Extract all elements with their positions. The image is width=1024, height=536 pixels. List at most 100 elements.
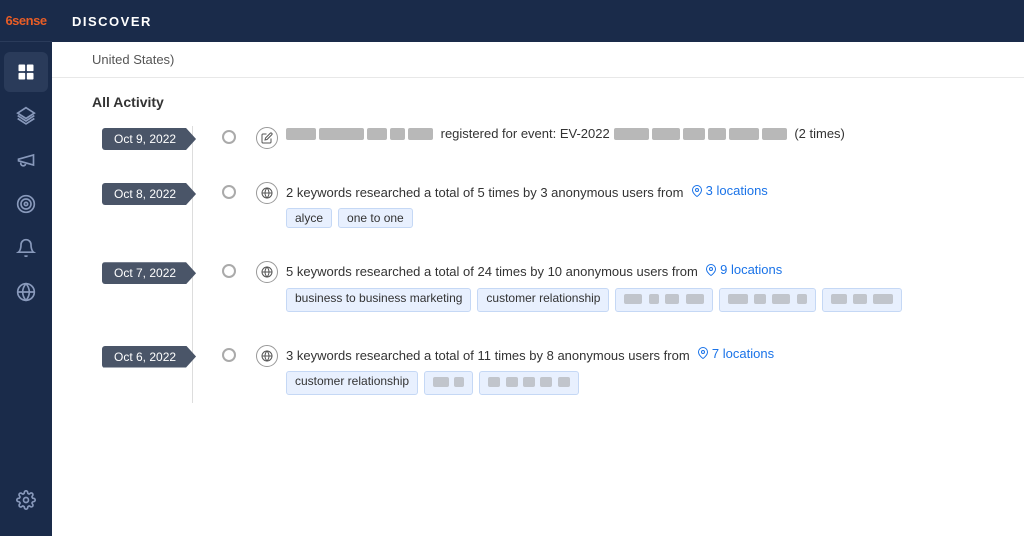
- globe-icon-container-oct6: [256, 345, 278, 367]
- pencil-icon-container: [256, 127, 278, 149]
- sidebar-bottom: [4, 480, 48, 536]
- location-link-oct8[interactable]: 3 locations: [691, 181, 768, 201]
- globe-icon-container-oct7: [256, 261, 278, 283]
- timeline-events-oct8: 2 keywords researched a total of 5 times…: [236, 181, 984, 236]
- event-content-oct8: 2 keywords researched a total of 5 times…: [286, 181, 984, 228]
- tag-b2b: business to business marketing: [286, 288, 471, 312]
- event-item: registered for event: EV-2022: [256, 126, 984, 149]
- event-content-oct9: registered for event: EV-2022: [286, 126, 984, 141]
- timeline-events-oct6: 3 keywords researched a total of 11 time…: [236, 344, 984, 403]
- event-text-oct8: 2 keywords researched a total of 5 times…: [286, 181, 984, 202]
- blurred-tag-small-1: [424, 371, 473, 395]
- timeline-dot-oct6: [222, 348, 236, 362]
- timeline-dot-oct7: [222, 264, 236, 278]
- event-item-oct6: 3 keywords researched a total of 11 time…: [256, 344, 984, 395]
- date-label-oct8: Oct 8, 2022: [102, 181, 222, 236]
- event-item-oct8: 2 keywords researched a total of 5 times…: [256, 181, 984, 228]
- main-container: DISCOVER United States) All Activity Oct…: [52, 0, 1024, 536]
- tags-row-oct6: customer relationship: [286, 371, 984, 395]
- gear-icon: [16, 490, 36, 510]
- blur-block: [772, 294, 790, 304]
- event-registered-text: registered for event: EV-2022: [437, 126, 610, 141]
- blur-block: [649, 294, 659, 304]
- location-link-oct6[interactable]: 7 locations: [697, 344, 774, 364]
- globe-event-icon-oct6: [261, 350, 273, 362]
- sidebar-item-gear[interactable]: [4, 480, 48, 520]
- blur-block: [853, 294, 867, 304]
- blur-block: [540, 377, 552, 387]
- blurred-tag-small-2: [479, 371, 578, 395]
- blur-block: [728, 294, 748, 304]
- blurred-tag-1: [615, 288, 712, 312]
- event-content-oct7: 5 keywords researched a total of 24 time…: [286, 260, 984, 311]
- blur-block: [665, 294, 679, 304]
- timeline-group-oct8: Oct 8, 2022: [102, 181, 984, 236]
- tags-row-oct7: business to business marketing customer …: [286, 288, 984, 312]
- tag-onetoone: one to one: [338, 208, 413, 228]
- breadcrumb: United States): [52, 42, 1024, 78]
- date-badge-oct6: Oct 6, 2022: [102, 346, 196, 368]
- redacted-name: [286, 128, 433, 140]
- event-times-text: (2 times): [791, 126, 845, 141]
- globe-event-icon-oct7: [261, 266, 273, 278]
- event-content-oct6: 3 keywords researched a total of 11 time…: [286, 344, 984, 395]
- event-text-oct9: registered for event: EV-2022: [286, 126, 984, 141]
- tag-customer-rel: customer relationship: [477, 288, 609, 312]
- redacted-event-id: [614, 128, 787, 140]
- blur-block: [686, 294, 704, 304]
- sidebar-item-grid[interactable]: [4, 52, 48, 92]
- blur-block: [433, 377, 449, 387]
- sidebar-item-layers[interactable]: [4, 96, 48, 136]
- target-icon: [16, 194, 36, 214]
- timeline: Oct 9, 2022: [92, 126, 984, 403]
- sidebar-item-globe[interactable]: [4, 272, 48, 312]
- pin-icon: [691, 185, 703, 197]
- timeline-dot-oct8: [222, 185, 236, 199]
- section-title: All Activity: [92, 94, 984, 110]
- sidebar-item-bell[interactable]: [4, 228, 48, 268]
- topbar-title: DISCOVER: [72, 14, 152, 29]
- location-link-oct7[interactable]: 9 locations: [705, 260, 782, 280]
- date-badge-oct9: Oct 9, 2022: [102, 128, 196, 150]
- tags-row-oct8: alyce one to one: [286, 208, 984, 228]
- event-text-oct7: 5 keywords researched a total of 24 time…: [286, 260, 984, 281]
- bell-icon: [16, 238, 36, 258]
- grid-icon: [16, 62, 36, 82]
- globe-event-icon: [261, 187, 273, 199]
- globe-icon: [16, 282, 36, 302]
- timeline-events-oct7: 5 keywords researched a total of 24 time…: [236, 260, 984, 319]
- blur-block: [454, 377, 464, 387]
- activity-section: All Activity Oct 9, 2022: [52, 78, 1024, 443]
- date-badge-oct7: Oct 7, 2022: [102, 262, 196, 284]
- pin-icon-oct7: [705, 264, 717, 276]
- date-badge-oct8: Oct 8, 2022: [102, 183, 196, 205]
- blur-block: [488, 377, 500, 387]
- globe-icon-container-oct8: [256, 182, 278, 204]
- tag-customer-rel-oct6: customer relationship: [286, 371, 418, 395]
- date-label-oct7: Oct 7, 2022: [102, 260, 222, 319]
- timeline-group-oct6: Oct 6, 2022: [102, 344, 984, 403]
- sidebar-item-target[interactable]: [4, 184, 48, 224]
- blurred-tag-2: [719, 288, 816, 312]
- layers-icon: [16, 106, 36, 126]
- topbar: DISCOVER: [52, 0, 1024, 42]
- pencil-icon: [261, 132, 273, 144]
- blur-block: [873, 294, 893, 304]
- blur-block: [754, 294, 766, 304]
- blur-block: [558, 377, 570, 387]
- blur-block: [797, 294, 807, 304]
- pin-icon-oct6: [697, 347, 709, 359]
- content-area: United States) All Activity Oct 9, 2022: [52, 42, 1024, 536]
- blur-block: [831, 294, 847, 304]
- sidebar-item-megaphone[interactable]: [4, 140, 48, 180]
- blur-block: [506, 377, 518, 387]
- megaphone-icon: [16, 150, 36, 170]
- blurred-tag-3: [822, 288, 903, 312]
- sidebar: 6sense: [0, 0, 52, 536]
- logo: 6sense: [5, 13, 46, 28]
- timeline-group-oct7: Oct 7, 2022: [102, 260, 984, 319]
- event-item-oct7: 5 keywords researched a total of 24 time…: [256, 260, 984, 311]
- blur-block: [523, 377, 535, 387]
- date-label-oct6: Oct 6, 2022: [102, 344, 222, 403]
- timeline-dot-oct9: [222, 130, 236, 144]
